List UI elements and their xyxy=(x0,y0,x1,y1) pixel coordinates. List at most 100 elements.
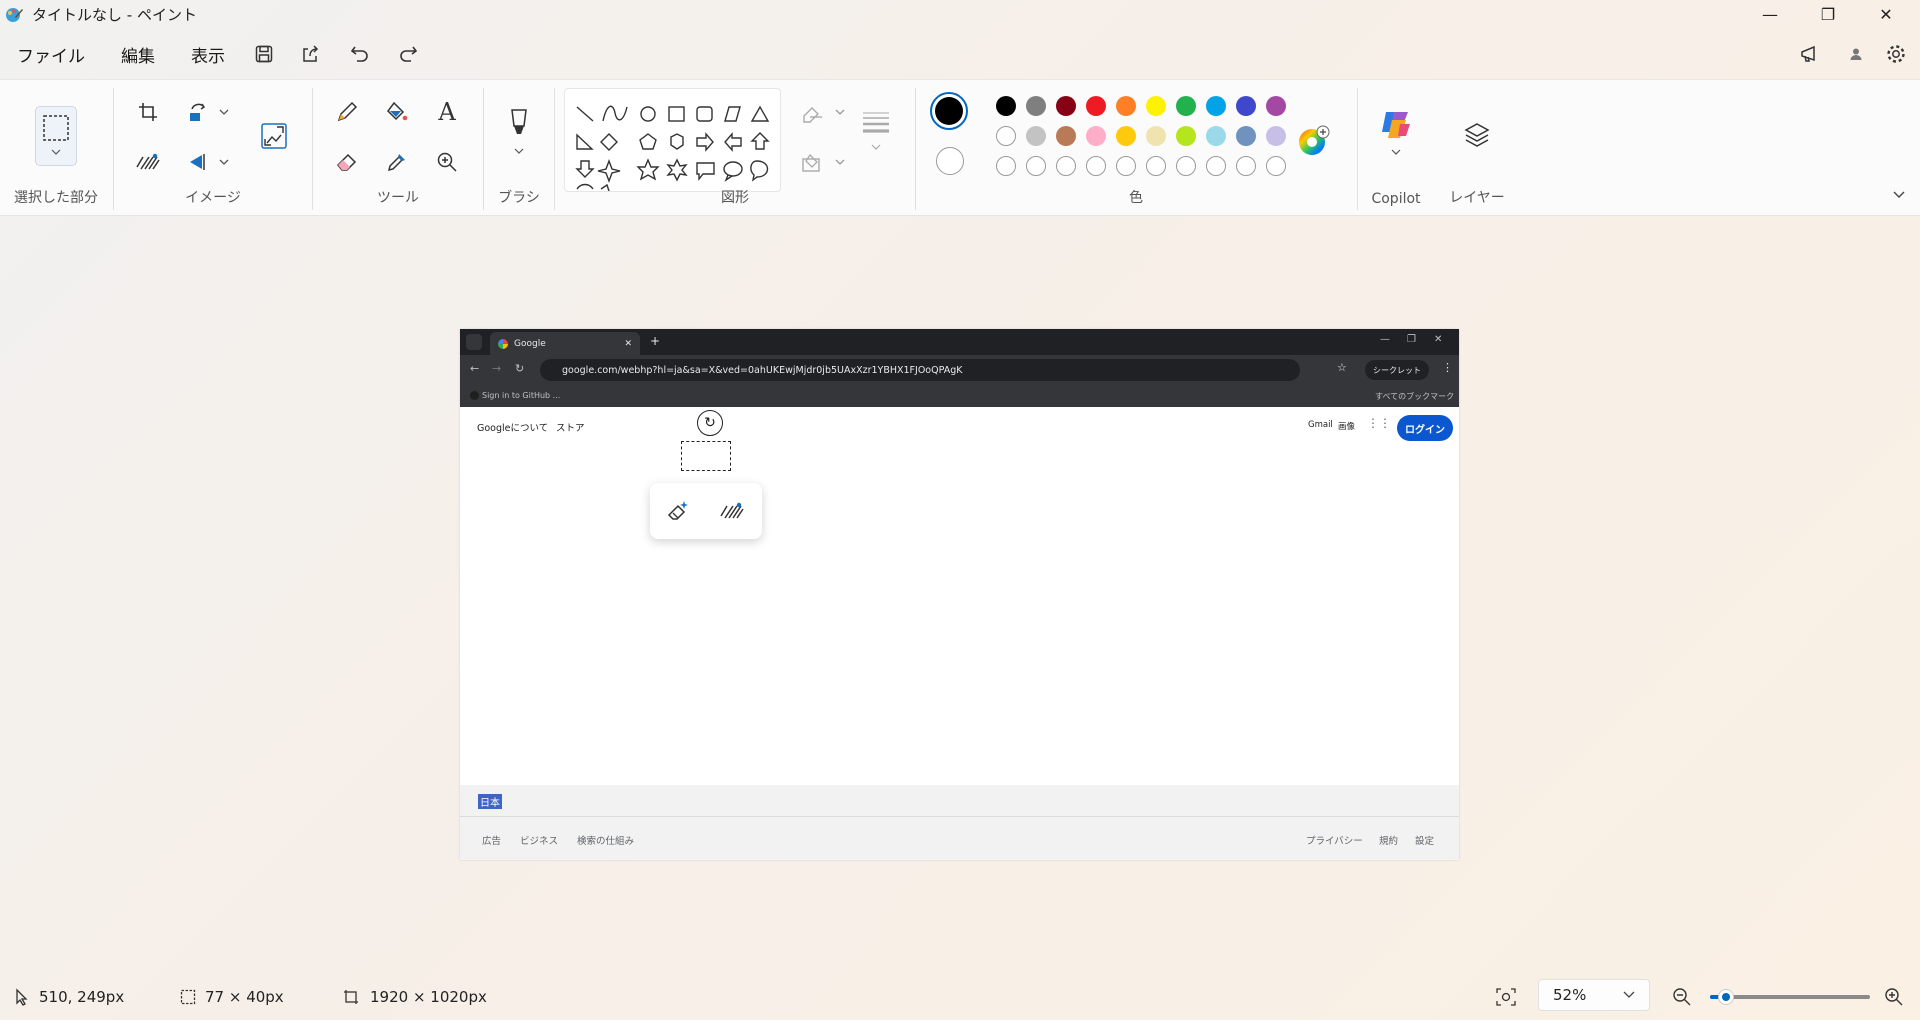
color-swatch[interactable] xyxy=(1026,96,1046,116)
resize-image-icon xyxy=(261,123,287,149)
custom-color-slot[interactable] xyxy=(1176,156,1196,176)
close-button[interactable]: ✕ xyxy=(1857,0,1915,29)
eraser-button[interactable] xyxy=(329,144,365,180)
color-swatch[interactable] xyxy=(1236,96,1256,116)
gmail-link: Gmail xyxy=(1308,420,1333,430)
eraser-icon xyxy=(336,153,357,171)
menu-view[interactable]: 表示 xyxy=(191,42,225,67)
github-icon xyxy=(470,391,479,400)
edit-colors-button[interactable] xyxy=(1294,121,1334,161)
account-button[interactable] xyxy=(1836,36,1876,72)
color-swatch[interactable] xyxy=(1116,126,1136,146)
avatar-icon xyxy=(1850,48,1862,60)
color-swatch[interactable] xyxy=(996,96,1016,116)
text-button[interactable]: A xyxy=(429,94,465,130)
crop-icon xyxy=(139,103,157,121)
zoom-out-button[interactable] xyxy=(1672,979,1692,1015)
layers-button[interactable] xyxy=(1459,116,1495,152)
zoom-in-button[interactable] xyxy=(1884,979,1904,1015)
magnifier-button[interactable] xyxy=(429,144,465,180)
all-bookmarks: すべてのブックマーク xyxy=(1375,392,1455,401)
color-swatch[interactable] xyxy=(1206,126,1226,146)
zoom-level-select[interactable]: 52% xyxy=(1538,979,1650,1011)
line-size-button[interactable] xyxy=(858,106,894,158)
custom-color-slot[interactable] xyxy=(1026,156,1046,176)
shapes-gallery[interactable] xyxy=(564,88,781,192)
menu-file[interactable]: ファイル xyxy=(17,42,85,67)
selection-box[interactable]: ↻ xyxy=(681,410,731,471)
flip-button[interactable] xyxy=(180,144,236,180)
color-swatch[interactable] xyxy=(1206,96,1226,116)
restore-button[interactable]: ❐ xyxy=(1799,0,1857,29)
selection-outline xyxy=(681,441,731,471)
share-button[interactable] xyxy=(290,36,330,72)
paint-app-icon xyxy=(6,7,23,22)
custom-color-slot[interactable] xyxy=(1236,156,1256,176)
whats-new-button[interactable] xyxy=(1790,36,1830,72)
zoom-out-icon xyxy=(1673,988,1691,1006)
settings-button[interactable] xyxy=(1876,36,1916,72)
incognito-badge: シークレット xyxy=(1365,360,1429,380)
color-swatch[interactable] xyxy=(1236,126,1256,146)
color-swatch[interactable] xyxy=(996,126,1016,146)
rotate-button[interactable] xyxy=(180,94,236,130)
color-picker-button[interactable] xyxy=(379,144,415,180)
privacy-link: プライバシー xyxy=(1306,836,1363,847)
fill-button[interactable] xyxy=(379,94,415,130)
resize-button[interactable] xyxy=(256,118,292,154)
business-link: ビジネス xyxy=(520,836,559,847)
color-swatch[interactable] xyxy=(1056,126,1076,146)
browser-minimize-icon: — xyxy=(1380,334,1390,345)
custom-color-slot[interactable] xyxy=(1206,156,1226,176)
how-search-link: 検索の仕組み xyxy=(577,836,635,847)
custom-color-slot[interactable] xyxy=(1266,156,1286,176)
zoom-slider[interactable] xyxy=(1710,989,1870,1005)
brushes-button[interactable] xyxy=(501,102,537,162)
custom-color-slot[interactable] xyxy=(1146,156,1166,176)
minimize-button[interactable]: — xyxy=(1741,0,1799,29)
selection-size-text: 77 × 40px xyxy=(205,988,284,1006)
color-swatch[interactable] xyxy=(1176,126,1196,146)
color-swatch[interactable] xyxy=(1266,126,1286,146)
custom-color-slot[interactable] xyxy=(1086,156,1106,176)
menu-edit[interactable]: 編集 xyxy=(121,42,155,67)
color-swatch[interactable] xyxy=(1146,96,1166,116)
selection-size-icon xyxy=(180,989,196,1005)
copilot-button[interactable] xyxy=(1376,104,1416,164)
save-button[interactable] xyxy=(244,36,284,72)
primary-color-button[interactable] xyxy=(930,92,968,130)
remove-background-button[interactable] xyxy=(130,144,166,180)
text-icon: A xyxy=(438,98,456,126)
canvas-size-icon xyxy=(344,990,358,1004)
shape-outline-button[interactable] xyxy=(795,94,851,130)
color-swatch[interactable] xyxy=(1056,96,1076,116)
google-login-button: ログイン xyxy=(1397,415,1453,441)
redo-icon xyxy=(400,46,418,62)
custom-color-slot[interactable] xyxy=(1056,156,1076,176)
remove-background-quick-button[interactable] xyxy=(714,493,750,529)
crop-button[interactable] xyxy=(130,94,166,130)
color-swatch[interactable] xyxy=(1266,96,1286,116)
rotate-handle-icon[interactable]: ↻ xyxy=(697,410,723,436)
shape-fill-button[interactable] xyxy=(795,144,851,180)
redo-button[interactable] xyxy=(388,36,428,72)
drawing-canvas[interactable]: Google ✕ + — ❐ ✕ ← → ↻ google.com/webhp?… xyxy=(460,329,1459,860)
color-swatch[interactable] xyxy=(1086,96,1106,116)
undo-button[interactable] xyxy=(340,36,380,72)
custom-color-slot[interactable] xyxy=(1116,156,1136,176)
pencil-button[interactable] xyxy=(329,94,365,130)
secondary-color-button[interactable] xyxy=(936,147,964,175)
generative-erase-button[interactable] xyxy=(660,493,696,529)
color-swatch[interactable] xyxy=(1176,96,1196,116)
ribbon-collapse-button[interactable] xyxy=(1883,180,1915,210)
color-swatch[interactable] xyxy=(1116,96,1136,116)
selection-tool-button[interactable] xyxy=(35,106,77,166)
share-icon xyxy=(303,45,319,62)
color-swatch[interactable] xyxy=(1146,126,1166,146)
zoom-slider-thumb[interactable] xyxy=(1718,989,1734,1005)
fit-to-window-button[interactable] xyxy=(1496,979,1516,1015)
color-swatch[interactable] xyxy=(1086,126,1106,146)
custom-color-slot[interactable] xyxy=(996,156,1016,176)
color-swatch[interactable] xyxy=(1026,126,1046,146)
shapes-group-label: 図形 xyxy=(721,190,749,206)
